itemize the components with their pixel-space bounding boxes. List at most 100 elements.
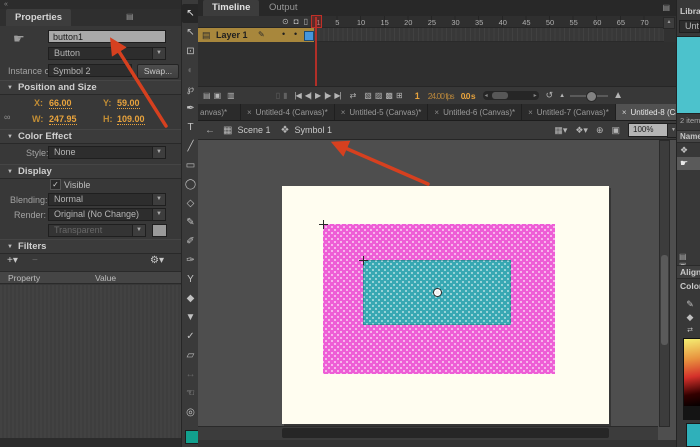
chevron-down-icon[interactable]: ▼ (152, 48, 165, 59)
document-tab[interactable]: ×Untitled-6 (Canvas)* (428, 104, 522, 120)
document-tab-clipped[interactable]: anvas)* (198, 104, 241, 120)
properties-panel-gripper[interactable]: « (0, 0, 181, 9)
panel-menu-icon[interactable]: ▤ (662, 3, 670, 12)
pen-tool-icon[interactable]: ✒ (182, 99, 199, 118)
collapse-panel-icon[interactable]: « (4, 1, 8, 8)
edit-symbol-button[interactable]: ❖▾ (575, 125, 588, 136)
polystar-tool-icon[interactable]: ◇ (182, 194, 199, 213)
registration-point[interactable] (433, 288, 442, 297)
fill-color-bucket-icon[interactable]: ◆ (683, 311, 697, 324)
filters-list-empty[interactable] (0, 285, 181, 438)
document-tab[interactable]: ×Untitled-5 (Canvas)* (335, 104, 429, 120)
ink-bottle-tool-icon[interactable]: ▼ (182, 308, 199, 327)
swap-button[interactable]: Swap... (137, 64, 179, 79)
go-to-last-frame-button[interactable]: ▶| (334, 91, 340, 100)
fill-color-swatch[interactable] (185, 430, 199, 444)
stroke-color-pencil-icon[interactable]: ✎ (683, 298, 697, 311)
close-tab-icon[interactable]: × (247, 108, 252, 117)
rectangle-tool-icon[interactable]: ▭ (182, 156, 199, 175)
scrollbar-thumb[interactable] (282, 428, 609, 438)
section-position-and-size[interactable]: ▼ Position and Size (0, 80, 181, 95)
timeline-zoom-in-icon[interactable]: ▲ (613, 90, 623, 101)
pencil-tool-icon[interactable]: ✎ (182, 213, 199, 232)
zoom-tool-icon[interactable]: ◎ (182, 403, 199, 422)
lock-unlock-all-layers-icon[interactable]: ◘ (294, 17, 299, 26)
show-layers-as-outlines-icon[interactable]: ▯ (304, 17, 308, 26)
scroll-left-icon[interactable]: ◂ (485, 92, 488, 100)
loop-button[interactable]: ▮ (283, 91, 286, 100)
layer-lock-dot[interactable]: • (294, 29, 297, 39)
blending-select[interactable]: Normal ▼ (48, 193, 166, 206)
y-value[interactable]: 59.00 (117, 98, 140, 109)
scrollbar-thumb[interactable] (661, 255, 668, 345)
h-value[interactable]: 109.00 (117, 114, 145, 125)
layer-frames-track[interactable] (314, 28, 664, 42)
stage-horizontal-scrollbar[interactable] (198, 426, 658, 440)
eyedropper-tool-icon[interactable]: ✓ (182, 327, 199, 346)
slider-thumb[interactable] (586, 91, 597, 102)
layer-row[interactable]: ▤ Layer 1 ✎ • • (198, 28, 314, 42)
timeline-horizontal-scrollbar[interactable]: ◂ ▸ (483, 91, 539, 100)
stage-vertical-scrollbar[interactable] (659, 140, 670, 427)
hand-tool-icon[interactable]: ☜ (182, 384, 199, 403)
chevron-down-icon[interactable]: ▼ (152, 194, 165, 205)
brush-tool-icon[interactable]: ✐ (182, 232, 199, 251)
chevron-down-icon[interactable]: ▼ (152, 209, 165, 220)
breadcrumb-scene[interactable]: Scene 1 (237, 125, 270, 135)
add-filter-button[interactable]: +▾ (7, 255, 18, 266)
style-select[interactable]: None ▼ (48, 146, 166, 159)
panel-menu-icon[interactable]: ▤ (126, 12, 134, 21)
tab-output[interactable]: Output (260, 0, 307, 16)
lasso-tool-icon[interactable]: ℘ (182, 80, 199, 99)
play-button[interactable]: ▶ (315, 91, 320, 100)
link-dimensions-icon[interactable]: ∞ (4, 112, 10, 122)
color-picker-dark-zone[interactable] (683, 406, 700, 420)
loop-range-button[interactable]: ⇄ (350, 91, 356, 100)
render-select[interactable]: Original (No Change) ▼ (48, 208, 166, 221)
center-stage-button[interactable]: ⊕ (596, 125, 604, 136)
free-transform-tool-icon[interactable]: ⊡ (182, 42, 199, 61)
x-value[interactable]: 66.00 (49, 98, 72, 109)
center-frame-button[interactable]: ▯ (276, 91, 279, 100)
timeline-zoom-out-icon[interactable]: ▲ (559, 93, 565, 99)
tab-timeline[interactable]: Timeline (203, 0, 259, 16)
library-document-select[interactable]: Untitl (679, 20, 700, 33)
new-layer-button[interactable]: ▤ (203, 91, 210, 100)
section-color-effect[interactable]: ▼ Color Effect (0, 129, 181, 144)
stage-zoom-select[interactable]: 100% ▼ (628, 123, 670, 137)
stage-canvas[interactable] (282, 186, 609, 424)
visible-checkbox[interactable]: ✓ (50, 179, 61, 190)
modify-markers-button[interactable]: ⊞ (396, 91, 402, 100)
paint-brush-tool-icon[interactable]: ✑ (182, 251, 199, 270)
delete-layer-button[interactable]: ▥ (227, 91, 234, 100)
clip-content-button[interactable]: ▣ (611, 125, 620, 136)
symbol-behavior-select[interactable]: Button ▼ (48, 47, 166, 60)
step-forward-button[interactable]: |▶ (324, 91, 330, 100)
oval-tool-icon[interactable]: ◯ (182, 175, 199, 194)
tab-align[interactable]: Align (677, 265, 700, 279)
layer-outline-color-swatch[interactable] (304, 31, 314, 41)
library-item-button[interactable]: ☛ (677, 157, 700, 170)
playhead-line[interactable] (315, 17, 317, 86)
onion-skin-button[interactable]: ▧ (364, 91, 371, 100)
stage-area[interactable] (198, 140, 676, 447)
text-tool-icon[interactable]: T (182, 118, 199, 137)
document-tab[interactable]: ×Untitled-7 (Canvas)* (522, 104, 616, 120)
color-picker-gradient[interactable] (683, 338, 700, 408)
scroll-right-icon[interactable]: ▸ (534, 92, 537, 100)
breadcrumb-symbol[interactable]: Symbol 1 (294, 125, 332, 135)
tab-color[interactable]: Color (680, 281, 700, 291)
library-name-column-header[interactable]: Name (677, 130, 700, 143)
reset-timeline-zoom-icon[interactable]: ↺ (546, 90, 553, 101)
timeline-scroll-up-icon[interactable]: ▴ (663, 17, 675, 29)
section-display[interactable]: ▼ Display (0, 164, 181, 179)
section-filters[interactable]: ▼ Filters (0, 239, 181, 254)
3d-rotation-tool-icon[interactable]: ◐ (182, 61, 199, 80)
subselection-tool-icon[interactable]: ↖ (182, 23, 199, 42)
eraser-tool-icon[interactable]: ▱ (182, 346, 199, 365)
tab-properties[interactable]: Properties (6, 9, 71, 26)
edit-multiple-frames-button[interactable]: ▩ (385, 91, 392, 100)
show-hide-all-layers-icon[interactable]: ⊙ (282, 17, 289, 26)
document-tab[interactable]: ×Untitled-4 (Canvas)* (241, 104, 335, 120)
bone-tool-icon[interactable]: Y (182, 270, 199, 289)
